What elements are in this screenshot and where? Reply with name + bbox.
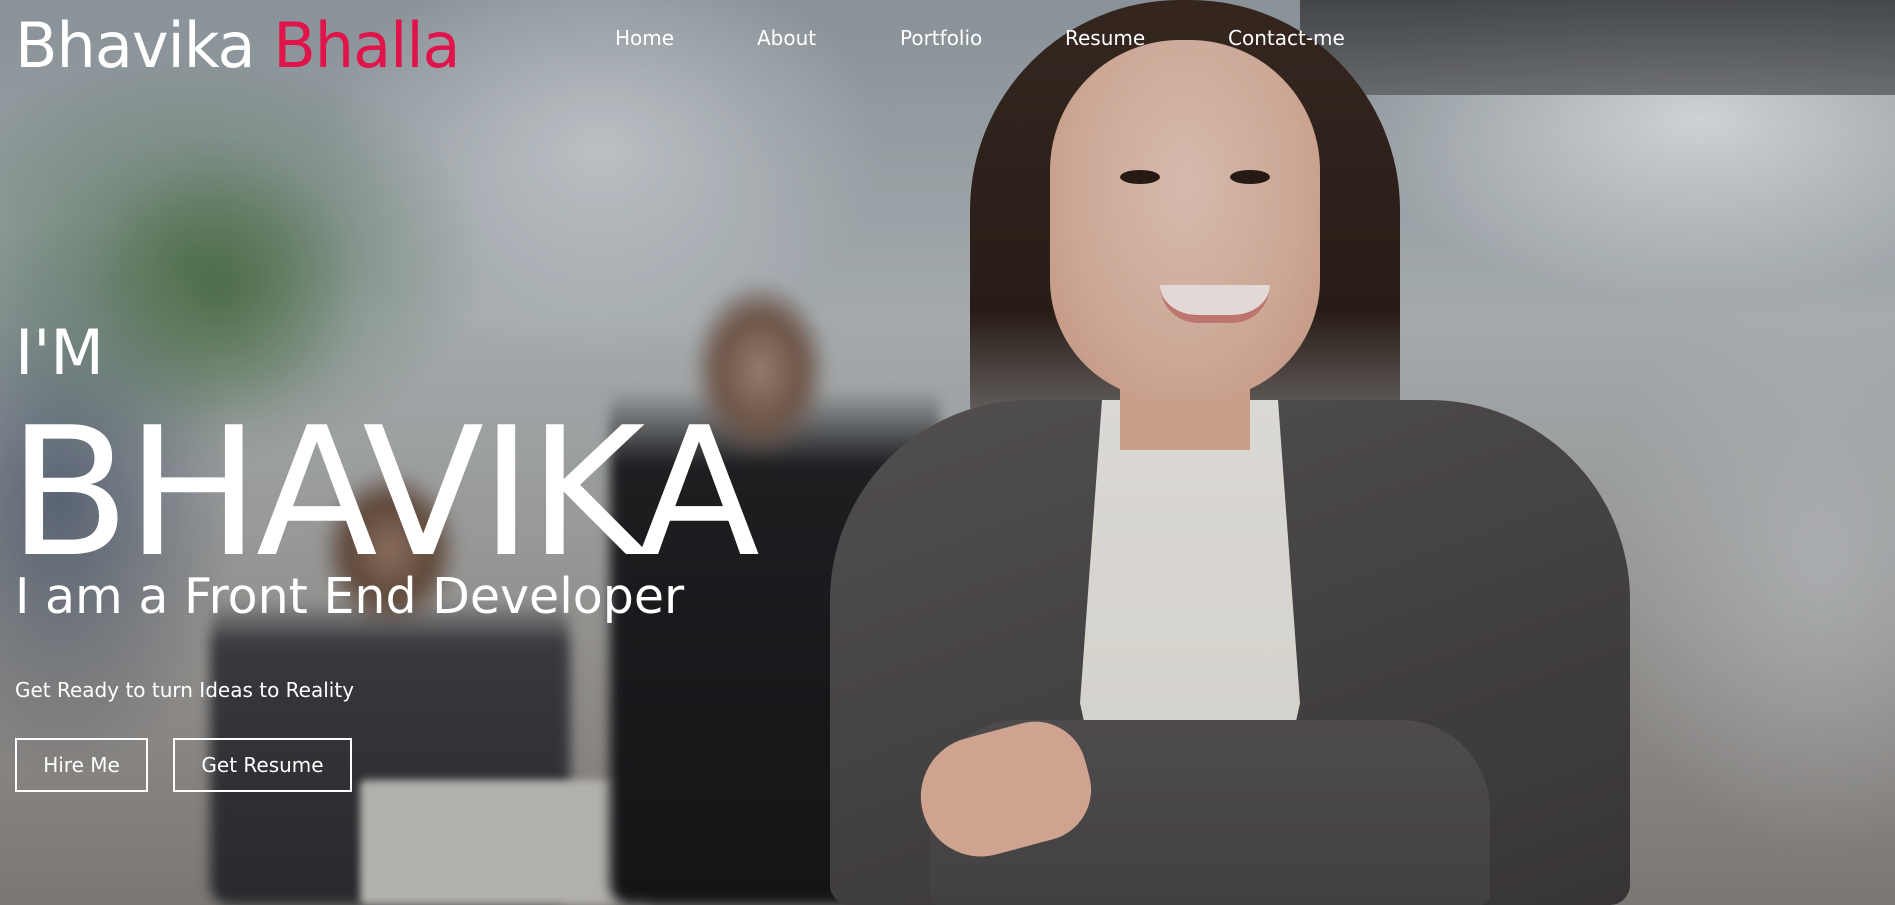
hero-role: I am a Front End Developer <box>15 568 685 625</box>
nav-link-resume[interactable]: Resume <box>1065 26 1145 50</box>
nav-link-home[interactable]: Home <box>615 26 674 50</box>
site-header: Bhavika Bhalla Home About Portfolio Resu… <box>0 0 1895 90</box>
nav-link-about[interactable]: About <box>757 26 816 50</box>
nav-link-contact[interactable]: Contact-me <box>1228 26 1345 50</box>
hero-tagline: Get Ready to turn Ideas to Reality <box>15 678 355 702</box>
get-resume-button[interactable]: Get Resume <box>173 738 352 792</box>
brand-logo[interactable]: Bhavika Bhalla <box>15 9 461 82</box>
nav-link-portfolio[interactable]: Portfolio <box>900 26 982 50</box>
hire-me-button[interactable]: Hire Me <box>15 738 148 792</box>
brand-first-name: Bhavika <box>15 9 256 82</box>
hero-name: BHAVIKA <box>8 389 760 596</box>
brand-last-name: Bhalla <box>273 9 460 82</box>
hero-intro: I'M <box>15 316 104 389</box>
